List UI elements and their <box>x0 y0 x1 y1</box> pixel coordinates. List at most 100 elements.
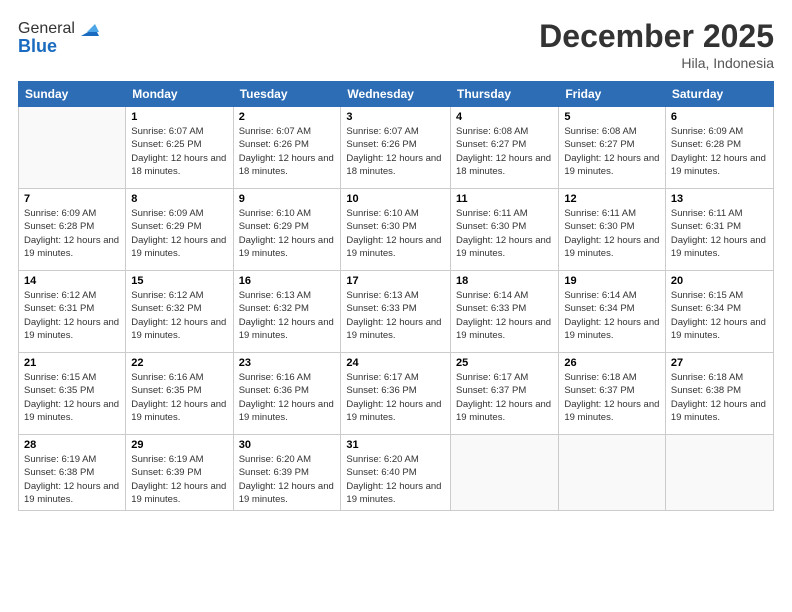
month-title: December 2025 <box>539 18 774 55</box>
day-info: Sunrise: 6:10 AMSunset: 6:30 PMDaylight:… <box>346 207 445 260</box>
table-row <box>451 435 559 511</box>
day-number: 22 <box>131 357 227 369</box>
day-info: Sunrise: 6:19 AMSunset: 6:39 PMDaylight:… <box>131 453 227 506</box>
table-row: 29 Sunrise: 6:19 AMSunset: 6:39 PMDaylig… <box>126 435 233 511</box>
page: General Blue December 2025 Hila, Indones… <box>0 0 792 612</box>
day-info: Sunrise: 6:17 AMSunset: 6:37 PMDaylight:… <box>456 371 553 424</box>
day-number: 31 <box>346 439 445 451</box>
day-info: Sunrise: 6:20 AMSunset: 6:40 PMDaylight:… <box>346 453 445 506</box>
table-row: 11 Sunrise: 6:11 AMSunset: 6:30 PMDaylig… <box>451 189 559 271</box>
day-number: 2 <box>239 111 336 123</box>
day-info: Sunrise: 6:09 AMSunset: 6:29 PMDaylight:… <box>131 207 227 260</box>
day-number: 16 <box>239 275 336 287</box>
day-info: Sunrise: 6:19 AMSunset: 6:38 PMDaylight:… <box>24 453 120 506</box>
day-number: 1 <box>131 111 227 123</box>
calendar-header-row: Sunday Monday Tuesday Wednesday Thursday… <box>19 82 774 107</box>
calendar: Sunday Monday Tuesday Wednesday Thursday… <box>18 81 774 511</box>
day-info: Sunrise: 6:09 AMSunset: 6:28 PMDaylight:… <box>671 125 768 178</box>
day-info: Sunrise: 6:12 AMSunset: 6:32 PMDaylight:… <box>131 289 227 342</box>
col-wednesday: Wednesday <box>341 82 451 107</box>
table-row: 6 Sunrise: 6:09 AMSunset: 6:28 PMDayligh… <box>665 107 773 189</box>
day-info: Sunrise: 6:07 AMSunset: 6:26 PMDaylight:… <box>346 125 445 178</box>
table-row: 2 Sunrise: 6:07 AMSunset: 6:26 PMDayligh… <box>233 107 341 189</box>
day-number: 14 <box>24 275 120 287</box>
table-row: 21 Sunrise: 6:15 AMSunset: 6:35 PMDaylig… <box>19 353 126 435</box>
table-row <box>665 435 773 511</box>
day-info: Sunrise: 6:11 AMSunset: 6:30 PMDaylight:… <box>456 207 553 260</box>
table-row: 17 Sunrise: 6:13 AMSunset: 6:33 PMDaylig… <box>341 271 451 353</box>
day-info: Sunrise: 6:18 AMSunset: 6:38 PMDaylight:… <box>671 371 768 424</box>
table-row: 16 Sunrise: 6:13 AMSunset: 6:32 PMDaylig… <box>233 271 341 353</box>
table-row: 26 Sunrise: 6:18 AMSunset: 6:37 PMDaylig… <box>559 353 666 435</box>
day-info: Sunrise: 6:17 AMSunset: 6:36 PMDaylight:… <box>346 371 445 424</box>
table-row: 4 Sunrise: 6:08 AMSunset: 6:27 PMDayligh… <box>451 107 559 189</box>
table-row: 20 Sunrise: 6:15 AMSunset: 6:34 PMDaylig… <box>665 271 773 353</box>
day-number: 7 <box>24 193 120 205</box>
table-row: 24 Sunrise: 6:17 AMSunset: 6:36 PMDaylig… <box>341 353 451 435</box>
location: Hila, Indonesia <box>539 55 774 71</box>
calendar-week-row: 7 Sunrise: 6:09 AMSunset: 6:28 PMDayligh… <box>19 189 774 271</box>
day-number: 18 <box>456 275 553 287</box>
day-info: Sunrise: 6:08 AMSunset: 6:27 PMDaylight:… <box>456 125 553 178</box>
table-row: 25 Sunrise: 6:17 AMSunset: 6:37 PMDaylig… <box>451 353 559 435</box>
col-monday: Monday <box>126 82 233 107</box>
day-number: 8 <box>131 193 227 205</box>
day-number: 10 <box>346 193 445 205</box>
table-row: 7 Sunrise: 6:09 AMSunset: 6:28 PMDayligh… <box>19 189 126 271</box>
day-info: Sunrise: 6:07 AMSunset: 6:26 PMDaylight:… <box>239 125 336 178</box>
table-row: 27 Sunrise: 6:18 AMSunset: 6:38 PMDaylig… <box>665 353 773 435</box>
calendar-week-row: 28 Sunrise: 6:19 AMSunset: 6:38 PMDaylig… <box>19 435 774 511</box>
day-info: Sunrise: 6:14 AMSunset: 6:34 PMDaylight:… <box>564 289 660 342</box>
table-row: 13 Sunrise: 6:11 AMSunset: 6:31 PMDaylig… <box>665 189 773 271</box>
col-tuesday: Tuesday <box>233 82 341 107</box>
day-number: 27 <box>671 357 768 369</box>
day-number: 26 <box>564 357 660 369</box>
calendar-week-row: 1 Sunrise: 6:07 AMSunset: 6:25 PMDayligh… <box>19 107 774 189</box>
day-info: Sunrise: 6:16 AMSunset: 6:36 PMDaylight:… <box>239 371 336 424</box>
table-row: 9 Sunrise: 6:10 AMSunset: 6:29 PMDayligh… <box>233 189 341 271</box>
table-row <box>19 107 126 189</box>
day-number: 21 <box>24 357 120 369</box>
day-info: Sunrise: 6:13 AMSunset: 6:32 PMDaylight:… <box>239 289 336 342</box>
calendar-week-row: 14 Sunrise: 6:12 AMSunset: 6:31 PMDaylig… <box>19 271 774 353</box>
col-thursday: Thursday <box>451 82 559 107</box>
day-info: Sunrise: 6:20 AMSunset: 6:39 PMDaylight:… <box>239 453 336 506</box>
table-row: 28 Sunrise: 6:19 AMSunset: 6:38 PMDaylig… <box>19 435 126 511</box>
table-row: 31 Sunrise: 6:20 AMSunset: 6:40 PMDaylig… <box>341 435 451 511</box>
day-number: 6 <box>671 111 768 123</box>
day-number: 9 <box>239 193 336 205</box>
table-row: 12 Sunrise: 6:11 AMSunset: 6:30 PMDaylig… <box>559 189 666 271</box>
day-number: 24 <box>346 357 445 369</box>
day-info: Sunrise: 6:18 AMSunset: 6:37 PMDaylight:… <box>564 371 660 424</box>
day-info: Sunrise: 6:15 AMSunset: 6:34 PMDaylight:… <box>671 289 768 342</box>
day-number: 30 <box>239 439 336 451</box>
day-number: 11 <box>456 193 553 205</box>
table-row: 15 Sunrise: 6:12 AMSunset: 6:32 PMDaylig… <box>126 271 233 353</box>
table-row <box>559 435 666 511</box>
col-saturday: Saturday <box>665 82 773 107</box>
table-row: 14 Sunrise: 6:12 AMSunset: 6:31 PMDaylig… <box>19 271 126 353</box>
day-info: Sunrise: 6:16 AMSunset: 6:35 PMDaylight:… <box>131 371 227 424</box>
table-row: 23 Sunrise: 6:16 AMSunset: 6:36 PMDaylig… <box>233 353 341 435</box>
table-row: 19 Sunrise: 6:14 AMSunset: 6:34 PMDaylig… <box>559 271 666 353</box>
day-info: Sunrise: 6:11 AMSunset: 6:31 PMDaylight:… <box>671 207 768 260</box>
logo-icon <box>77 18 99 40</box>
day-info: Sunrise: 6:08 AMSunset: 6:27 PMDaylight:… <box>564 125 660 178</box>
table-row: 1 Sunrise: 6:07 AMSunset: 6:25 PMDayligh… <box>126 107 233 189</box>
day-info: Sunrise: 6:07 AMSunset: 6:25 PMDaylight:… <box>131 125 227 178</box>
day-info: Sunrise: 6:11 AMSunset: 6:30 PMDaylight:… <box>564 207 660 260</box>
table-row: 30 Sunrise: 6:20 AMSunset: 6:39 PMDaylig… <box>233 435 341 511</box>
day-number: 4 <box>456 111 553 123</box>
day-info: Sunrise: 6:14 AMSunset: 6:33 PMDaylight:… <box>456 289 553 342</box>
table-row: 8 Sunrise: 6:09 AMSunset: 6:29 PMDayligh… <box>126 189 233 271</box>
day-number: 3 <box>346 111 445 123</box>
day-info: Sunrise: 6:12 AMSunset: 6:31 PMDaylight:… <box>24 289 120 342</box>
table-row: 10 Sunrise: 6:10 AMSunset: 6:30 PMDaylig… <box>341 189 451 271</box>
day-number: 15 <box>131 275 227 287</box>
title-block: December 2025 Hila, Indonesia <box>539 18 774 71</box>
day-info: Sunrise: 6:13 AMSunset: 6:33 PMDaylight:… <box>346 289 445 342</box>
day-number: 20 <box>671 275 768 287</box>
calendar-week-row: 21 Sunrise: 6:15 AMSunset: 6:35 PMDaylig… <box>19 353 774 435</box>
day-number: 19 <box>564 275 660 287</box>
day-number: 25 <box>456 357 553 369</box>
